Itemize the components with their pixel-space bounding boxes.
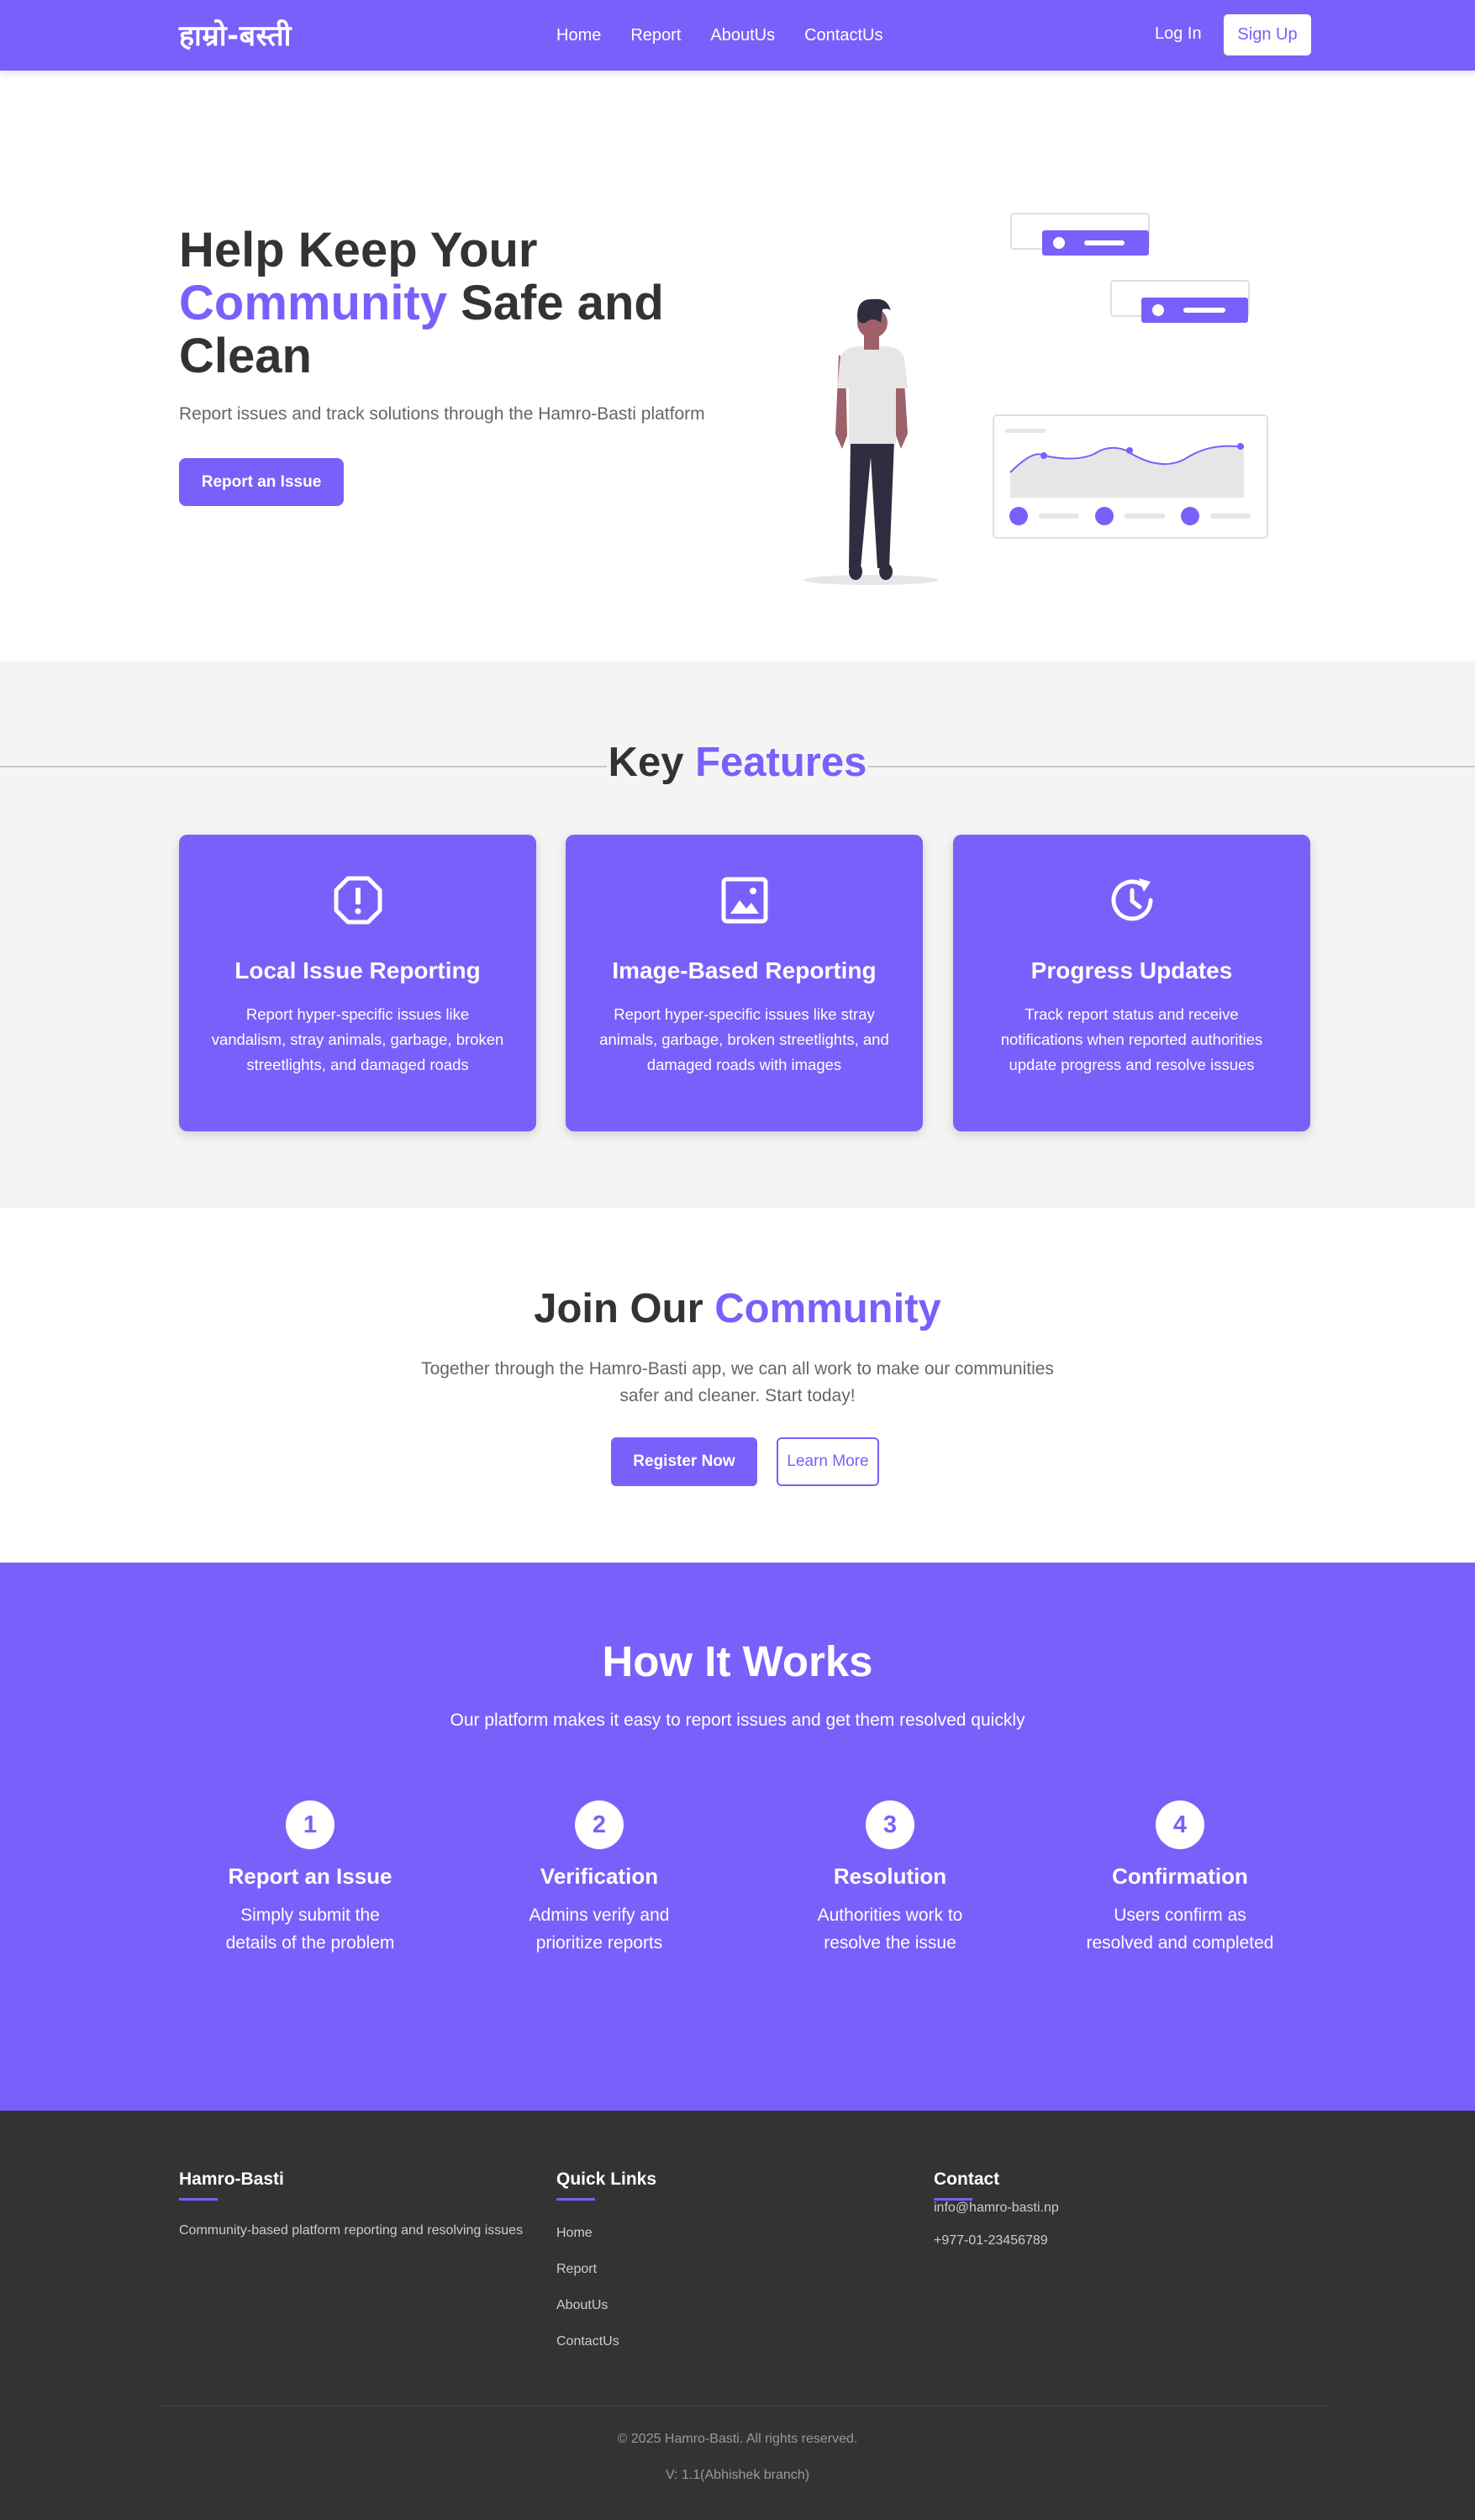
step-confirmation: 4 Confirmation Users confirm as resolved… [1067,1800,1293,1957]
feature-card-local-reporting: Local Issue Reporting Report hyper-speci… [179,835,536,1131]
features-section: Key Features Local Issue Reporting Repor… [0,662,1475,1208]
nav-link-home[interactable]: Home [556,26,601,45]
footer-phone: +977-01-23456789 [934,2233,1048,2248]
feature-title: Image-Based Reporting [612,957,877,983]
nav-link-aboutus[interactable]: AboutUs [710,26,775,45]
footer-brand-column: Hamro-Basti Community-based platform rep… [179,2169,549,2238]
footer-email: info@hamro-basti.np [934,2201,1059,2215]
how-heading: How It Works [602,1637,873,1685]
footer-copyright: © 2025 Hamro-Basti. All rights reserved. [617,2432,858,2446]
step-verification: 2 Verification Admins verify and priorit… [486,1800,713,1957]
alert-octagon-icon [334,876,382,925]
hero-title-highlight: Community [179,276,447,330]
footer-contact-column: Contact info@hamro-basti.np +977-01-2345… [934,2169,1304,2266]
feature-title: Local Issue Reporting [234,957,481,983]
login-link[interactable]: Log In [1155,24,1202,44]
feature-description: Report hyper-specific issues like vandal… [211,1005,504,1073]
footer-heading-underline [179,2198,218,2201]
nav-link-report[interactable]: Report [630,26,681,45]
join-heading: Join Our Community [0,1285,1475,1332]
features-heading-highlight: Features [695,740,867,785]
feature-card-progress-updates: Progress Updates Track report status and… [953,835,1310,1131]
features-heading-plain: Key [608,740,696,785]
footer-link-aboutus[interactable]: AboutUs [556,2298,926,2313]
join-community-section: Join Our Community Together through the … [0,1208,1475,1563]
site-footer: Hamro-Basti Community-based platform rep… [0,2111,1475,2520]
step-number: 4 [1156,1800,1204,1849]
hero-title-rest: Safe and [447,276,664,330]
hero-title-line1: Help Keep Your [179,223,538,277]
footer-quick-links-title: Quick Links [556,2169,657,2189]
person-with-dashboard-illustration [803,213,1268,585]
join-heading-plain: Join Our [534,1286,715,1331]
step-number: 3 [866,1800,914,1849]
hero-title-line3: Clean [179,329,312,383]
hero-subtitle: Report issues and track solutions throug… [179,404,705,424]
footer-contact-title: Contact [934,2169,1000,2189]
join-text: Together through the Hamro-Basti app, we… [421,1359,1054,1405]
step-title: Report an Issue [228,1864,392,1889]
feature-title: Progress Updates [1030,957,1233,983]
footer-brand-title: Hamro-Basti [179,2169,284,2189]
signup-button[interactable]: Sign Up [1224,14,1311,55]
feature-description: Track report status and receive notifica… [1000,1005,1263,1073]
step-report: 1 Report an Issue Simply submit the deta… [197,1800,424,1957]
top-navbar: हाम्रो-बस्ती Home Report AboutUs Contact… [0,0,1475,71]
how-subtitle: Our platform makes it easy to report iss… [450,1711,1025,1730]
step-number: 2 [575,1800,624,1849]
footer-heading-underline [556,2198,595,2201]
footer-quick-links-column: Quick Links Home Report AboutUs ContactU… [556,2169,926,2370]
features-heading: Key Features [0,739,1475,786]
step-number: 1 [286,1800,335,1849]
footer-link-report[interactable]: Report [556,2262,926,2277]
nav-links: Home Report AboutUs ContactUs [556,0,882,71]
hero-section: Help Keep Your Community Safe and Clean … [0,71,1475,662]
feature-description: Report hyper-specific issues like stray … [599,1005,889,1073]
step-title: Verification [540,1864,659,1889]
feature-card-image-reporting: Image-Based Reporting Report hyper-speci… [566,835,923,1131]
footer-divider [160,2406,1328,2407]
step-description: Authorities work to resolve the issue [817,1906,963,1953]
join-heading-highlight: Community [714,1286,941,1331]
footer-brand-text: Community-based platform reporting and r… [179,2223,524,2238]
hero-title: Help Keep Your Community Safe and Clean [179,224,700,382]
image-icon [721,877,767,924]
learn-more-button[interactable]: Learn More [777,1437,879,1486]
step-resolution: 3 Resolution Authorities work to resolve… [777,1800,1004,1957]
step-title: Confirmation [1112,1864,1248,1889]
step-description: Admins verify and prioritize reports [529,1906,670,1953]
footer-link-home[interactable]: Home [556,2226,926,2241]
nav-link-contactus[interactable]: ContactUs [804,26,882,45]
footer-version: V: 1.1(Abhishek branch) [665,2468,810,2482]
step-description: Users confirm as resolved and completed [1086,1906,1274,1953]
clock-refresh-icon [1111,878,1152,921]
how-it-works-section: How It Works Our platform makes it easy … [0,1563,1475,2111]
footer-link-contactus[interactable]: ContactUs [556,2334,926,2349]
register-now-button[interactable]: Register Now [611,1437,757,1486]
site-logo[interactable]: हाम्रो-बस्ती [179,15,292,54]
step-title: Resolution [833,1864,947,1889]
step-description: Simply submit the details of the problem [225,1906,395,1953]
report-issue-button[interactable]: Report an Issue [179,458,344,506]
